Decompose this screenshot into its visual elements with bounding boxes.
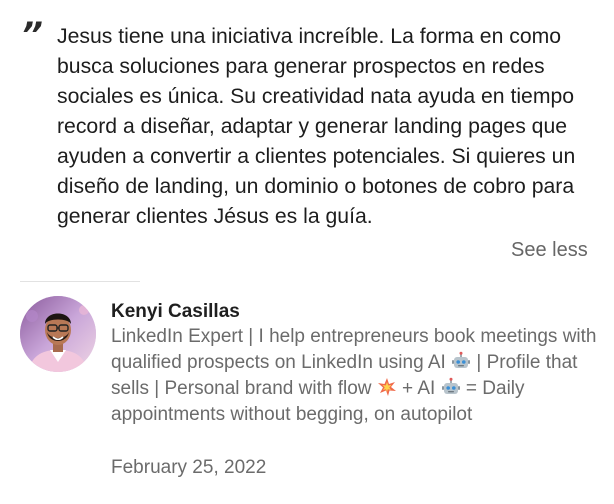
headline-text: + AI: [396, 378, 441, 399]
recommendation-date: February 25, 2022: [111, 457, 267, 478]
author-name[interactable]: Kenyi Casillas: [111, 299, 240, 325]
quote-icon: ”: [21, 15, 43, 55]
collision-emoji-icon: [377, 378, 396, 396]
divider: [20, 281, 140, 282]
robot-emoji-icon: [441, 377, 460, 394]
see-less-button[interactable]: See less: [511, 235, 588, 265]
robot-emoji-icon: [452, 351, 471, 368]
avatar[interactable]: [20, 296, 96, 372]
author-headline: LinkedIn Expert | I help entrepreneurs b…: [111, 324, 601, 428]
avatar-photo: [20, 296, 96, 372]
recommendation-text: Jesus tiene una iniciativa increíble. La…: [57, 25, 576, 228]
